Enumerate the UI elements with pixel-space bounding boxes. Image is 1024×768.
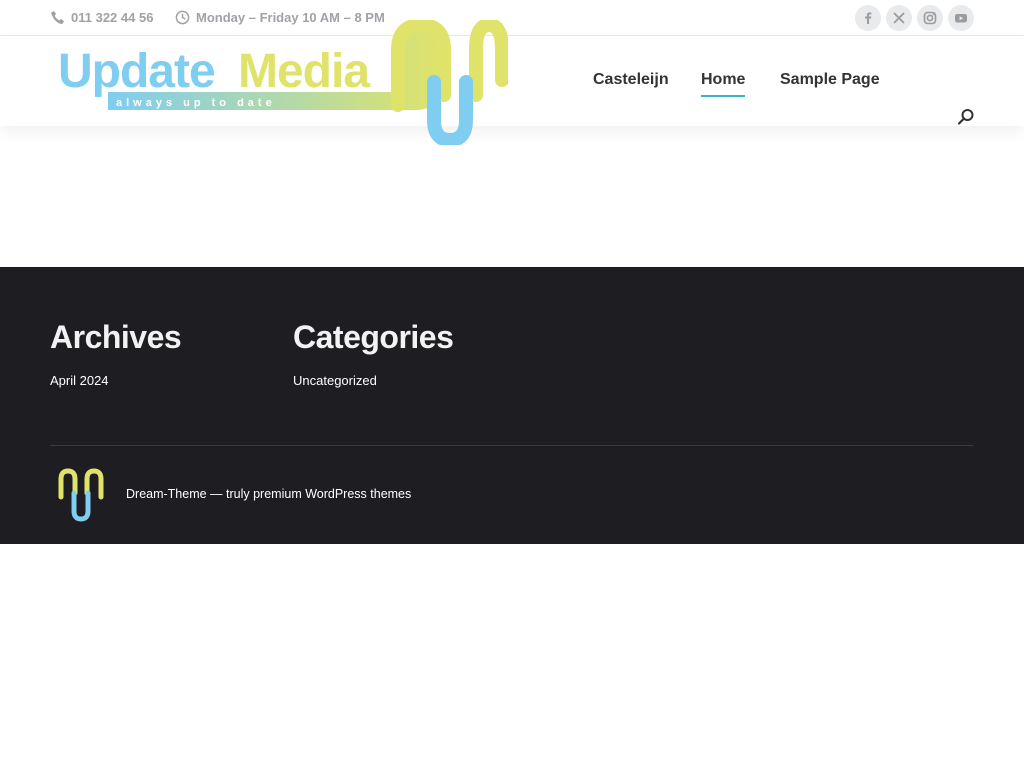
nav-item-sample-page[interactable]: Sample Page [780,71,880,89]
instagram-link[interactable] [917,5,943,31]
archives-title: Archives [50,319,182,355]
footer-logo-icon [58,468,104,522]
facebook-icon [865,12,872,24]
search-icon [957,109,974,125]
facebook-link[interactable] [855,5,881,31]
x-link[interactable] [886,5,912,31]
site-footer: Archives April 2024 Categories Uncategor… [0,267,1024,544]
nav-label-home: Home [701,71,746,88]
nav-label-casteleijn: Casteleijn [593,71,669,88]
site-logo[interactable]: Update Media always up to date [58,20,508,145]
youtube-link[interactable] [948,5,974,31]
logo-tagline: always up to date [116,97,276,109]
youtube-icon [955,14,967,23]
x-icon [893,12,905,24]
archive-link-april-2024[interactable]: April 2024 [50,373,109,388]
search-button[interactable] [957,108,975,126]
nav-label-sample-page: Sample Page [780,71,880,88]
instagram-icon [923,11,937,25]
categories-title: Categories [293,319,454,355]
active-nav-underline [701,95,746,97]
logo-word-update: Update [58,45,216,98]
nav-item-home[interactable]: Home [701,71,746,97]
footer-logo[interactable] [55,467,107,523]
footer-divider [50,445,973,446]
site-header: Update Media always up to date Casteleij… [0,20,1024,145]
category-link-uncategorized[interactable]: Uncategorized [293,373,377,388]
nav-item-casteleijn[interactable]: Casteleijn [593,71,669,89]
logo-word-media: Media [238,45,370,98]
theme-credit-link[interactable]: Dream-Theme — truly premium WordPress th… [126,487,411,501]
